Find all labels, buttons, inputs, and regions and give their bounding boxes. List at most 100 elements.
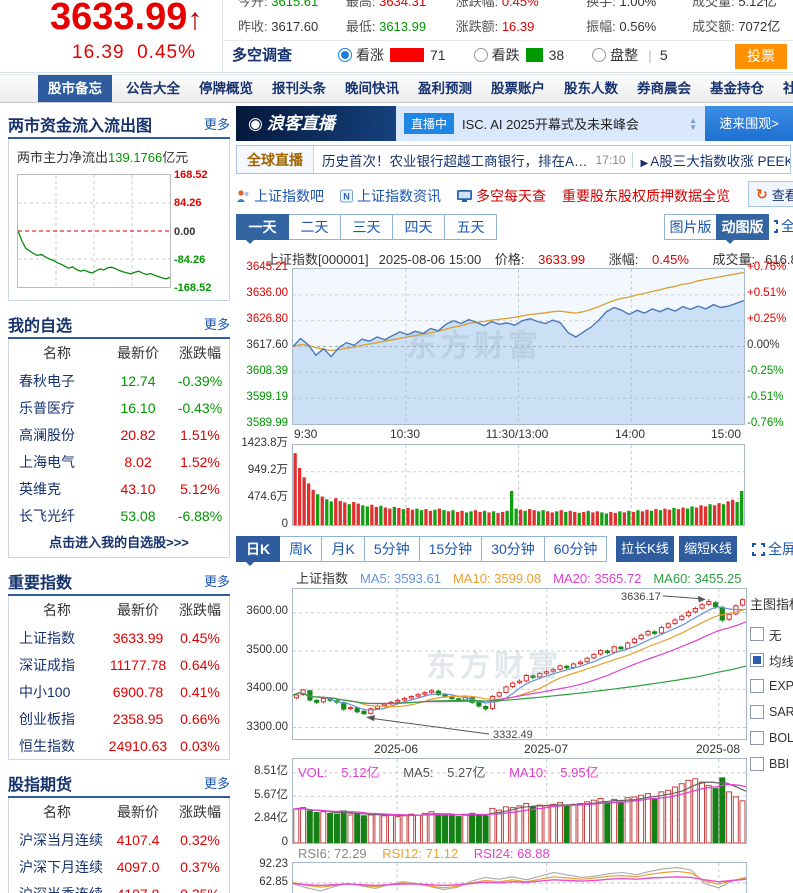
time-chart[interactable] [292, 268, 745, 425]
chart-canvas [293, 445, 744, 525]
shrink-kline-button[interactable]: 缩短K线 [679, 536, 737, 562]
table-row[interactable]: 春秋电子 12.74 -0.39% [9, 367, 229, 394]
rsi-header: RSI6: 72.29 RSI12: 71.12 RSI24: 68.88 [298, 846, 550, 861]
table-row[interactable]: 上海电气 8.02 1.52% [9, 448, 229, 475]
vote-down-radio[interactable]: 看跌 [473, 45, 520, 65]
view-mode-tabs: 图片版 动图版 [664, 214, 769, 244]
nav-item[interactable]: 停牌概览 [194, 75, 258, 102]
index-news-link[interactable]: N 上证指数资讯 [340, 186, 441, 206]
radio-selected-icon[interactable] [338, 47, 353, 62]
spinner-arrows-icon[interactable]: ▲ ▼ [689, 116, 697, 131]
stat-item: 成交额: 7072亿 [692, 19, 781, 34]
nav-item[interactable]: 股东人数 [559, 75, 623, 102]
bear-bar [525, 47, 543, 62]
live-banner[interactable]: ◉ 浪客直播 直播中 ISC. AI 2025开幕式及未来峰会 ▲ ▼ 速来围观> [236, 106, 793, 141]
watchlist-more-link[interactable]: 更多 [204, 314, 230, 333]
stat-item: 换手: 1.00% [586, 0, 657, 9]
indicator-option-EXPMA[interactable]: EXPMA [750, 673, 793, 699]
checkbox-icon[interactable] [750, 653, 764, 667]
tab-日K[interactable]: 日K [236, 536, 281, 566]
tab-五天[interactable]: 五天 [444, 214, 497, 240]
stretch-kline-button[interactable]: 拉长K线 [616, 536, 674, 562]
stat-item: 涨跌幅: 0.45% [455, 0, 539, 9]
indicator-option-BBI[interactable]: BBI [750, 751, 793, 777]
live-cta-button[interactable]: 速来围观> [705, 106, 793, 141]
fundflow-chart[interactable] [17, 174, 171, 288]
checkbox-icon[interactable] [750, 627, 764, 641]
nav-item[interactable]: 基金持仓 [705, 75, 769, 102]
nav-item[interactable]: 报刊头条 [267, 75, 331, 102]
radio-icon[interactable] [592, 47, 607, 62]
tab-月K[interactable]: 月K [321, 536, 365, 562]
indicator-option-SAR[interactable]: SAR [750, 699, 793, 725]
tab-动图版[interactable]: 动图版 [716, 214, 769, 244]
vote-flat-radio[interactable]: 盘整 [592, 45, 638, 65]
index-bar-link[interactable]: 上证指数吧 [236, 186, 324, 206]
watchlist-footer-link[interactable]: 点击进入我的自选股>>> [9, 529, 229, 557]
kline-chart[interactable]: 3636.17 3332.49 [292, 588, 747, 740]
table-row[interactable]: 创业板指 2358.95 0.66% [9, 705, 229, 732]
indices-more-link[interactable]: 更多 [204, 571, 230, 590]
x-axis-label: 2025-08 [695, 742, 741, 756]
live-title[interactable]: ISC. AI 2025开幕式及未来峰会 [462, 114, 639, 133]
checkbox-icon[interactable] [750, 731, 764, 745]
tab-三天[interactable]: 三天 [340, 214, 393, 240]
nav-item[interactable]: 公告大全 [121, 75, 185, 102]
table-row[interactable]: 沪深当季连续4107.80.35% [9, 880, 229, 893]
tab-60分钟[interactable]: 60分钟 [543, 536, 608, 562]
nav-item[interactable]: 社保持仓 [778, 75, 793, 102]
table-row[interactable]: 长飞光纤 53.08 -6.88% [9, 502, 229, 529]
table-row[interactable]: 沪深下月连续 4097.0 0.37% [9, 853, 229, 880]
table-row[interactable]: 中小100 6900.78 0.41% [9, 678, 229, 705]
fullscreen-button[interactable]: 全屏 [765, 216, 793, 236]
vote-up-radio[interactable]: 看涨 [338, 45, 384, 65]
table-row[interactable]: 沪深当月连续 4107.4 0.32% [9, 826, 229, 853]
axis-label: 2.84亿 [254, 812, 288, 825]
tab-周K[interactable]: 周K [279, 536, 323, 562]
watchlist-title: 我的自选 [8, 317, 73, 335]
ticker-headline[interactable]: 历史首次！农业银行超越工商银行，排在A… [314, 150, 596, 170]
fundflow-box: 两市资金流入流出图 更多 两市主力净流出139.1766亿元 168.52 84.2… [8, 110, 230, 301]
checkbox-icon[interactable] [750, 679, 764, 693]
tab-5分钟[interactable]: 5分钟 [363, 536, 420, 562]
indices-title: 重要指数 [8, 574, 73, 592]
table-row[interactable]: 乐普医疗 16.10 -0.43% [9, 394, 229, 421]
pledge-data-link[interactable]: 重要股东股权质押数据全览 [562, 186, 730, 206]
nav-item[interactable]: 晚间快讯 [340, 75, 404, 102]
live-badge: 直播中 [404, 113, 455, 134]
intraday-volume-chart[interactable] [292, 444, 745, 526]
futures-more-link[interactable]: 更多 [204, 773, 230, 792]
tab-二天[interactable]: 二天 [288, 214, 341, 240]
checkbox-icon[interactable] [750, 757, 764, 771]
radio-icon[interactable] [473, 47, 488, 62]
table-row[interactable]: 深证成指 11177.78 0.64% [9, 651, 229, 678]
ticker-secondary[interactable]: ▶A股三大指数收涨 PEEK材料大涨 [633, 150, 790, 170]
indicator-option-BOLL[interactable]: BOLL [750, 725, 793, 751]
indicator-panel-title: 主图指标 [750, 597, 793, 612]
table-row[interactable]: 英维克 43.10 5.12% [9, 475, 229, 502]
poll-daily-link[interactable]: 多空每天查 [457, 186, 546, 206]
nav-item[interactable]: 券商晨会 [632, 75, 696, 102]
nav-item[interactable]: 盈利预测 [413, 75, 477, 102]
tab-四天[interactable]: 四天 [392, 214, 445, 240]
tab-15分钟[interactable]: 15分钟 [418, 536, 483, 562]
tab-30分钟[interactable]: 30分钟 [481, 536, 545, 562]
rsi-chart[interactable] [292, 862, 747, 893]
x-axis-label: 10:30 [389, 427, 421, 441]
tab-图片版[interactable]: 图片版 [664, 214, 717, 240]
refresh-latest-button[interactable]: ↻查看最新 [748, 181, 793, 207]
x-axis-label: 2025-07 [523, 742, 569, 756]
x-axis-label: 15:00 [710, 427, 741, 441]
vote-button[interactable]: 投票 [735, 44, 787, 69]
fundflow-more-link[interactable]: 更多 [204, 114, 230, 133]
tab-一天[interactable]: 一天 [236, 214, 289, 244]
kline-fullscreen-button[interactable]: 全屏 [752, 539, 793, 559]
table-row[interactable]: 恒生指数 24910.63 0.03% [9, 732, 229, 759]
nav-item[interactable]: 股市备忘 [38, 75, 112, 102]
table-row[interactable]: 上证指数 3633.99 0.45% [9, 624, 229, 651]
nav-item[interactable]: 股票账户 [486, 75, 550, 102]
checkbox-icon[interactable] [750, 705, 764, 719]
indicator-option-均线[interactable]: 均线 [750, 647, 793, 673]
table-row[interactable]: 高澜股份 20.82 1.51% [9, 421, 229, 448]
indicator-option-无[interactable]: 无 [750, 621, 793, 647]
